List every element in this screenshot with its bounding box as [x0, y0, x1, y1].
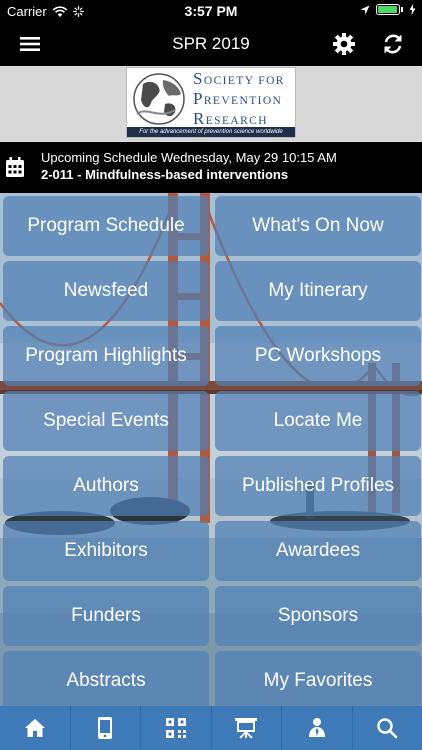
- search-icon: [377, 718, 398, 739]
- menu-tile-my-itinerary[interactable]: My Itinerary: [215, 261, 421, 321]
- menu-tile-abstracts[interactable]: Abstracts: [3, 651, 209, 706]
- menu-tile-my-favorites[interactable]: My Favorites: [215, 651, 421, 706]
- tab-presentation[interactable]: [210, 706, 282, 750]
- spr-logo: SOCIETY FOR PREVENTION RESEARCH For the …: [126, 67, 296, 138]
- charging-bolt-icon: [409, 4, 416, 15]
- upcoming-session-title: 2-011 - Mindfulness-based interventions: [41, 167, 289, 182]
- logo-word-prevention: REVENTION: [203, 95, 283, 107]
- menu-tile-published-profiles[interactable]: Published Profiles: [215, 456, 421, 516]
- menu-tile-awardees[interactable]: Awardees: [215, 521, 421, 581]
- upcoming-schedule-label: Upcoming Schedule Wednesday, May 29 10:1…: [41, 150, 337, 165]
- menu-tile-locate-me[interactable]: Locate Me: [215, 391, 421, 451]
- qr-code-icon: [165, 718, 186, 738]
- status-bar: Carrier 3:57 PM: [0, 0, 422, 22]
- tab-home[interactable]: [0, 706, 70, 750]
- tab-search[interactable]: [351, 706, 422, 750]
- menu-tile-sponsors[interactable]: Sponsors: [215, 586, 421, 646]
- bottom-tab-bar: [0, 706, 422, 750]
- gear-icon: [333, 33, 355, 55]
- logo-banner: SOCIETY FOR PREVENTION RESEARCH For the …: [0, 66, 422, 142]
- nav-bar: SPR 2019: [0, 22, 422, 66]
- logo-word-research: ESEARCH: [205, 115, 268, 127]
- tab-mobile[interactable]: [69, 706, 141, 750]
- logo-word-society: OCIETY FOR: [203, 75, 285, 87]
- logo-initial-r: R: [193, 109, 206, 128]
- refresh-icon: [384, 34, 402, 54]
- attendee-icon: [308, 718, 325, 737]
- battery-cap: [401, 7, 403, 12]
- main-menu-area: Program Schedule What's On Now Newsfeed My …: [0, 193, 422, 706]
- menu-grid: Program Schedule What's On Now Newsfeed My …: [3, 196, 421, 706]
- menu-tile-newsfeed[interactable]: Newsfeed: [3, 261, 209, 321]
- globe-logo-icon: [133, 73, 185, 125]
- battery-fill: [378, 6, 397, 13]
- menu-tile-special-events[interactable]: Special Events: [3, 391, 209, 451]
- logo-tagline: For the advancement of prevention scienc…: [127, 127, 295, 137]
- logo-initial-p: P: [193, 89, 204, 108]
- calendar-icon: [6, 157, 24, 177]
- presentation-icon: [235, 718, 258, 739]
- status-time: 3:57 PM: [184, 3, 238, 19]
- mobile-icon: [98, 717, 113, 739]
- menu-tile-funders[interactable]: Funders: [3, 586, 209, 646]
- logo-initial-s: S: [193, 69, 204, 88]
- menu-tile-pc-workshops[interactable]: PC Workshops: [215, 326, 421, 386]
- logo-wordmark: SOCIETY FOR PREVENTION RESEARCH: [193, 70, 285, 130]
- location-arrow-icon: [360, 5, 370, 14]
- tab-attendee[interactable]: [281, 706, 352, 750]
- menu-tile-authors[interactable]: Authors: [3, 456, 209, 516]
- home-icon: [24, 719, 45, 737]
- menu-tile-program-schedule[interactable]: Program Schedule: [3, 196, 209, 256]
- refresh-button[interactable]: [380, 31, 406, 57]
- menu-tile-program-highlights[interactable]: Program Highlights: [3, 326, 209, 386]
- status-right: [360, 4, 416, 15]
- menu-tile-exhibitors[interactable]: Exhibitors: [3, 521, 209, 581]
- battery-icon: [376, 4, 400, 15]
- upcoming-schedule-banner[interactable]: Upcoming Schedule Wednesday, May 29 10:1…: [0, 142, 422, 193]
- menu-tile-what-s-on-now[interactable]: What's On Now: [215, 196, 421, 256]
- tab-qr-code[interactable]: [140, 706, 211, 750]
- settings-button[interactable]: [331, 31, 357, 57]
- app-title: SPR 2019: [172, 34, 250, 53]
